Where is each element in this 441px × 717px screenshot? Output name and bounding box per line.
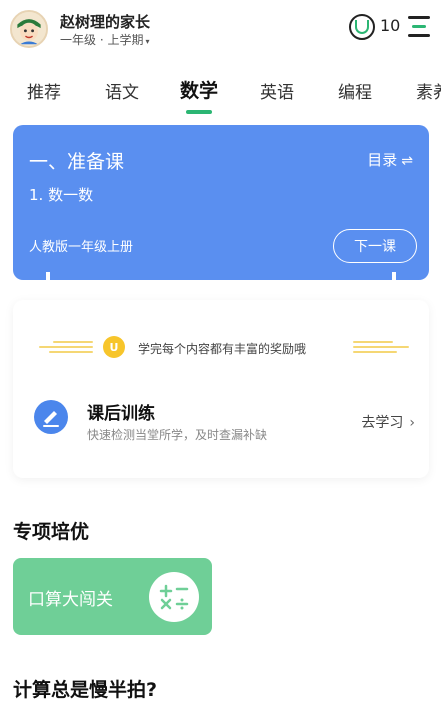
binder-pin-left	[46, 272, 50, 302]
lesson-content-card: U 学完每个内容都有丰富的奖励哦 课后训练 快速检测当堂所学，及时查漏补缺 去学…	[13, 300, 429, 478]
coin-icon: U	[103, 336, 125, 358]
go-study-button[interactable]: 去学习 ›	[361, 412, 415, 432]
grade-selector[interactable]: 一年级 · 上学期 ▾	[60, 31, 149, 48]
binder-pin-right	[392, 272, 396, 302]
lesson-subtitle: 1. 数一数	[29, 186, 94, 204]
tab-recommend[interactable]: 推荐	[27, 78, 61, 103]
chevron-right-icon: ›	[409, 415, 415, 431]
tab-math[interactable]: 数学	[180, 76, 218, 103]
decor-stripes-left	[31, 341, 93, 355]
top-header: 赵树理的家长 一年级 · 上学期 ▾ 10	[0, 0, 441, 60]
math-operators-icon	[149, 572, 199, 622]
catalog-label: 目录	[367, 151, 398, 169]
reward-text: 学完每个内容都有丰富的奖励哦	[138, 342, 307, 356]
mental-math-challenge-card[interactable]: 口算大闯关	[13, 558, 212, 635]
subject-tabs: 推荐 语文 数学 英语 编程 素养	[0, 68, 441, 114]
tab-english[interactable]: 英语	[260, 78, 294, 103]
tab-literacy[interactable]: 素养	[416, 78, 441, 103]
user-name: 赵树理的家长	[60, 13, 151, 31]
avatar[interactable]	[10, 10, 48, 48]
math-card-label: 口算大闯关	[28, 590, 113, 610]
lesson-title: 一、准备课	[29, 151, 125, 173]
decor-stripes-right	[353, 341, 415, 355]
pencil-icon	[34, 400, 68, 434]
active-tab-indicator	[186, 110, 212, 114]
grade-label: 一年级 · 上学期	[60, 33, 144, 47]
avatar-cartoon-icon	[12, 12, 46, 46]
textbook-edition: 人教版一年级上册	[29, 240, 134, 255]
training-title: 课后训练	[87, 404, 155, 424]
reward-banner: U 学完每个内容都有丰富的奖励哦	[13, 336, 429, 360]
catalog-button[interactable]: 目录 ⇌	[367, 149, 413, 170]
next-lesson-button[interactable]: 下一课	[333, 229, 417, 263]
scan-menu-icon[interactable]	[408, 14, 432, 40]
tab-programming[interactable]: 编程	[338, 78, 372, 103]
section-title-slow-calc: 计算总是慢半拍?	[13, 679, 158, 701]
tab-chinese[interactable]: 语文	[105, 78, 139, 103]
coin-count: 10	[380, 16, 401, 35]
caret-down-icon: ▾	[145, 37, 150, 46]
lesson-card[interactable]: 一、准备课 目录 ⇌ 1. 数一数 人教版一年级上册 下一课	[13, 125, 429, 280]
coin-icon[interactable]	[349, 14, 375, 40]
swap-icon: ⇌	[401, 153, 413, 169]
section-title-special: 专项培优	[13, 521, 90, 543]
go-study-label: 去学习	[361, 415, 404, 431]
training-description: 快速检测当堂所学，及时查漏补缺	[87, 428, 268, 442]
